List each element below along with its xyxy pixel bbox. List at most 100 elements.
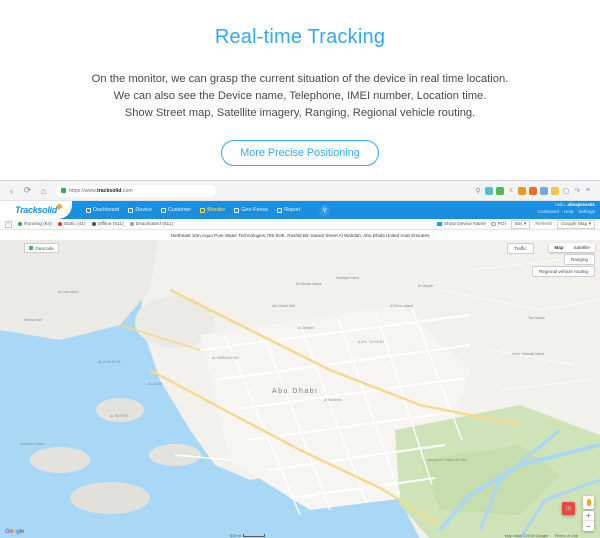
map-type-map[interactable]: Map [549, 243, 569, 252]
extension-icon-7[interactable] [551, 186, 559, 195]
nav-label-monitor: Monitor [207, 207, 226, 213]
map-provider-select[interactable]: Google Map ▾ [557, 219, 595, 229]
map-canvas[interactable]: Abu Dhabi ABU DHABI Al Maryah Island Saa… [0, 230, 600, 538]
cta-container: More Precise Positioning [20, 140, 580, 166]
status-toolbar: « Running (64) Static (41) Offline (511)… [0, 219, 600, 230]
extension-icon-2[interactable] [496, 186, 504, 195]
site-header: Tracksolid Dashboard Device Customer Mon… [0, 201, 600, 219]
extension-row: ⚲ x ▢ ↷ ≡ [474, 186, 594, 195]
page-title: Real-time Tracking [214, 26, 386, 48]
terms-of-use-link[interactable]: Terms of Use [554, 533, 578, 538]
collapse-panel-button[interactable]: « [5, 220, 12, 228]
map-imagery [0, 230, 600, 538]
map-type-satellite[interactable]: Satellite [568, 243, 595, 252]
nav-item-customer[interactable]: Customer [160, 207, 192, 213]
zoom-controls: + − [583, 511, 594, 531]
static-status-icon [57, 222, 62, 226]
show-device-name-checkbox[interactable]: Show Device Name [437, 222, 486, 227]
map-data-text: Map data ©2018 Google [504, 533, 549, 538]
reload-icon[interactable]: ⟳ [22, 185, 33, 196]
extension-icon-6[interactable] [540, 186, 548, 195]
geocode-chip[interactable]: Geocode [24, 243, 59, 253]
forward-arrow-icon[interactable]: ↷ [573, 187, 581, 195]
status-filter-offline[interactable]: Offline (511) [91, 221, 124, 227]
settings-link[interactable]: Settings [578, 209, 595, 214]
device-icon [128, 207, 134, 213]
geocode-icon [29, 246, 33, 250]
traffic-button[interactable]: Traffic [507, 243, 534, 254]
google-logo: Google [5, 529, 24, 535]
browser-chrome: ‹ ⟳ ⌂ https://www.tracksolid.com ⚲ x ▢ ↷… [0, 181, 600, 201]
status-filter-static[interactable]: Static (41) [57, 221, 86, 227]
main-nav: Dashboard Device Customer Monitor Geo-Fe… [86, 204, 331, 216]
extension-icon-4[interactable] [518, 186, 526, 195]
address-bar[interactable]: https://www.tracksolid.com [56, 184, 216, 197]
scale-text: 500 m [230, 533, 242, 538]
user-name[interactable]: aliexpress01 [567, 202, 595, 207]
ranging-button[interactable]: Ranging [563, 254, 595, 265]
map-attribution: Map data ©2018 Google Terms of Use [505, 532, 578, 538]
header-user-area: hello, aliexpress01 Command Help Setting… [538, 202, 595, 214]
deactivated-status-icon [129, 222, 134, 226]
zoom-out-button[interactable]: − [583, 521, 594, 531]
nav-label-report: Report [284, 207, 301, 213]
nav-label-device: Device [135, 207, 152, 213]
toolbar-right-group: Show Device Name POI 50s ▾ Refresh Googl… [437, 219, 595, 229]
back-icon[interactable]: ‹ [6, 186, 17, 196]
tracksolid-logo[interactable]: Tracksolid [15, 203, 63, 215]
site-search-icon[interactable]: ⚲ [319, 204, 331, 216]
radio-icon [491, 221, 496, 227]
help-link[interactable]: Help [564, 209, 573, 214]
greeting-prefix: hello, [555, 202, 567, 207]
pegman-figure [586, 499, 591, 506]
refresh-link[interactable]: Refresh [535, 222, 552, 227]
geofence-icon [234, 207, 240, 213]
alarm-button[interactable]: ☉ [562, 502, 575, 515]
promo-line-1: On the monitor, we can grasp the current… [91, 73, 509, 85]
nav-item-dashboard[interactable]: Dashboard [86, 207, 119, 213]
profile-icon[interactable]: ▢ [562, 187, 570, 195]
offline-label: Offline (511) [97, 221, 124, 227]
greeting: hello, aliexpress01 [538, 202, 595, 207]
poi-toggle[interactable]: POI [491, 222, 506, 227]
geocode-label: Geocode [35, 245, 54, 251]
nav-label-dashboard: Dashboard [93, 207, 120, 213]
promo-description: On the monitor, we can grasp the current… [20, 71, 580, 122]
nav-item-monitor[interactable]: Monitor [200, 207, 225, 213]
promo-section: Real-time Tracking On the monitor, we ca… [0, 0, 600, 166]
zoom-in-button[interactable]: + [583, 511, 594, 521]
nav-item-report[interactable]: Report [277, 207, 300, 213]
nav-item-geo-fence[interactable]: Geo-Fence [234, 207, 268, 213]
menu-icon[interactable]: ≡ [584, 187, 592, 195]
more-precise-positioning-button[interactable]: More Precise Positioning [221, 140, 379, 166]
extension-icon-1[interactable] [485, 186, 493, 195]
nav-label-geo-fence: Geo-Fence [241, 207, 269, 213]
customer-icon [160, 207, 166, 213]
home-icon[interactable]: ⌂ [38, 186, 49, 196]
regional-vehicle-routing-button[interactable]: Regional vehicle routing [531, 266, 595, 277]
logo-text: Tracksolid [15, 205, 57, 215]
street-view-pegman-icon[interactable] [583, 496, 594, 509]
extension-icon-3[interactable]: x [507, 187, 515, 195]
logo-leaf-icon [56, 203, 63, 210]
running-status-icon [18, 222, 22, 226]
browser-screenshot: ‹ ⟳ ⌂ https://www.tracksolid.com ⚲ x ▢ ↷… [0, 180, 600, 538]
promo-line-3: Show Street map, Satellite imagery, Rang… [124, 107, 476, 119]
nav-item-device[interactable]: Device [128, 207, 152, 213]
url-text: https://www.tracksolid.com [69, 187, 133, 194]
monitor-icon [200, 207, 206, 213]
static-label: Static (41) [63, 221, 86, 227]
command-link[interactable]: Command [538, 209, 559, 214]
promo-line-2: We can also see the Device name, Telepho… [113, 90, 487, 102]
running-label: Running (64) [24, 221, 52, 227]
lock-icon [61, 188, 66, 193]
poi-label: POI [497, 221, 506, 227]
deactivated-label: Deactivated (611) [135, 221, 174, 227]
status-filter-deactivated[interactable]: Deactivated (611) [129, 221, 174, 227]
nav-label-customer: Customer [167, 207, 192, 213]
extension-icon-5[interactable] [529, 186, 537, 195]
report-icon [277, 207, 283, 213]
search-icon[interactable]: ⚲ [474, 187, 482, 195]
status-filter-running[interactable]: Running (64) [18, 222, 52, 227]
refresh-interval-select[interactable]: 50s ▾ [510, 219, 531, 229]
